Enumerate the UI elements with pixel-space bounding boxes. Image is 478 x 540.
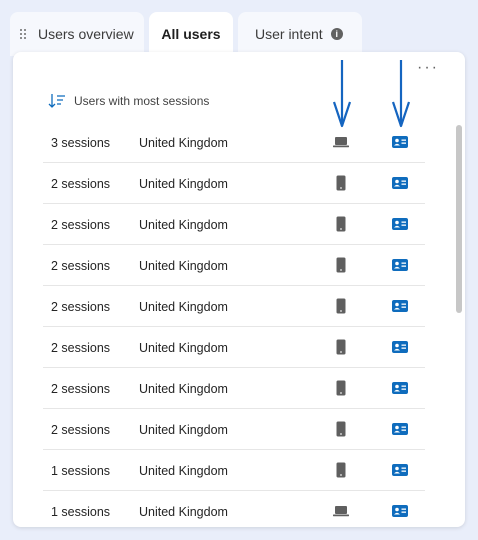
tab-all-users[interactable]: All users <box>149 12 233 56</box>
contact-card-icon[interactable] <box>386 368 414 408</box>
session-count: 1 sessions <box>51 505 111 519</box>
session-count: 2 sessions <box>51 218 111 232</box>
table-row[interactable]: 1 sessions United Kingdom <box>43 491 425 527</box>
country: United Kingdom <box>139 218 228 232</box>
contact-card-icon[interactable] <box>386 286 414 326</box>
country: United Kingdom <box>139 382 228 396</box>
session-count: 2 sessions <box>51 300 111 314</box>
tab-label: All users <box>161 26 221 42</box>
country: United Kingdom <box>139 259 228 273</box>
users-list: 3 sessions United Kingdom 2 sessions United… <box>43 122 425 527</box>
down-arrow-annotation <box>391 60 411 128</box>
session-count: 2 sessions <box>51 382 111 396</box>
contact-card-icon[interactable] <box>386 450 414 490</box>
contact-card-icon[interactable] <box>386 204 414 244</box>
table-row[interactable]: 2 sessions United Kingdom <box>43 409 425 450</box>
table-row[interactable]: 2 sessions United Kingdom <box>43 163 425 204</box>
drag-grip-icon[interactable] <box>20 28 30 40</box>
laptop-icon <box>327 491 355 527</box>
table-row[interactable]: 3 sessions United Kingdom <box>43 122 425 163</box>
country: United Kingdom <box>139 177 228 191</box>
country: United Kingdom <box>139 300 228 314</box>
contact-card-icon[interactable] <box>386 163 414 203</box>
table-row[interactable]: 2 sessions United Kingdom <box>43 204 425 245</box>
contact-card-icon[interactable] <box>386 245 414 285</box>
session-count: 2 sessions <box>51 341 111 355</box>
sort-label: Users with most sessions <box>74 94 210 108</box>
phone-icon <box>327 327 355 367</box>
tab-user-intent[interactable]: User intent i <box>238 12 362 56</box>
phone-icon <box>327 286 355 326</box>
country: United Kingdom <box>139 423 228 437</box>
phone-icon <box>327 163 355 203</box>
phone-icon <box>327 368 355 408</box>
sort-descending-icon <box>48 94 65 108</box>
table-row[interactable]: 2 sessions United Kingdom <box>43 368 425 409</box>
table-row[interactable]: 2 sessions United Kingdom <box>43 245 425 286</box>
country: United Kingdom <box>139 341 228 355</box>
session-count: 2 sessions <box>51 423 111 437</box>
more-options-button[interactable]: ··· <box>417 59 439 77</box>
country: United Kingdom <box>139 505 228 519</box>
session-count: 2 sessions <box>51 259 111 273</box>
country: United Kingdom <box>139 464 228 478</box>
tab-users-overview[interactable]: Users overview <box>10 12 144 56</box>
down-arrow-annotation <box>332 60 352 128</box>
country: United Kingdom <box>139 136 228 150</box>
tab-label: Users overview <box>38 26 134 42</box>
phone-icon <box>327 409 355 449</box>
info-icon[interactable]: i <box>330 28 343 40</box>
session-count: 2 sessions <box>51 177 111 191</box>
session-count: 1 sessions <box>51 464 111 478</box>
contact-card-icon[interactable] <box>386 327 414 367</box>
table-row[interactable]: 2 sessions United Kingdom <box>43 327 425 368</box>
phone-icon <box>327 204 355 244</box>
table-row[interactable]: 2 sessions United Kingdom <box>43 286 425 327</box>
table-row[interactable]: 1 sessions United Kingdom <box>43 450 425 491</box>
contact-card-icon[interactable] <box>386 409 414 449</box>
phone-icon <box>327 450 355 490</box>
contact-card-icon[interactable] <box>386 491 414 527</box>
phone-icon <box>327 245 355 285</box>
tab-label: User intent <box>255 26 323 42</box>
sort-header[interactable]: Users with most sessions <box>48 93 209 109</box>
scrollbar[interactable] <box>456 125 462 313</box>
session-count: 3 sessions <box>51 136 111 150</box>
